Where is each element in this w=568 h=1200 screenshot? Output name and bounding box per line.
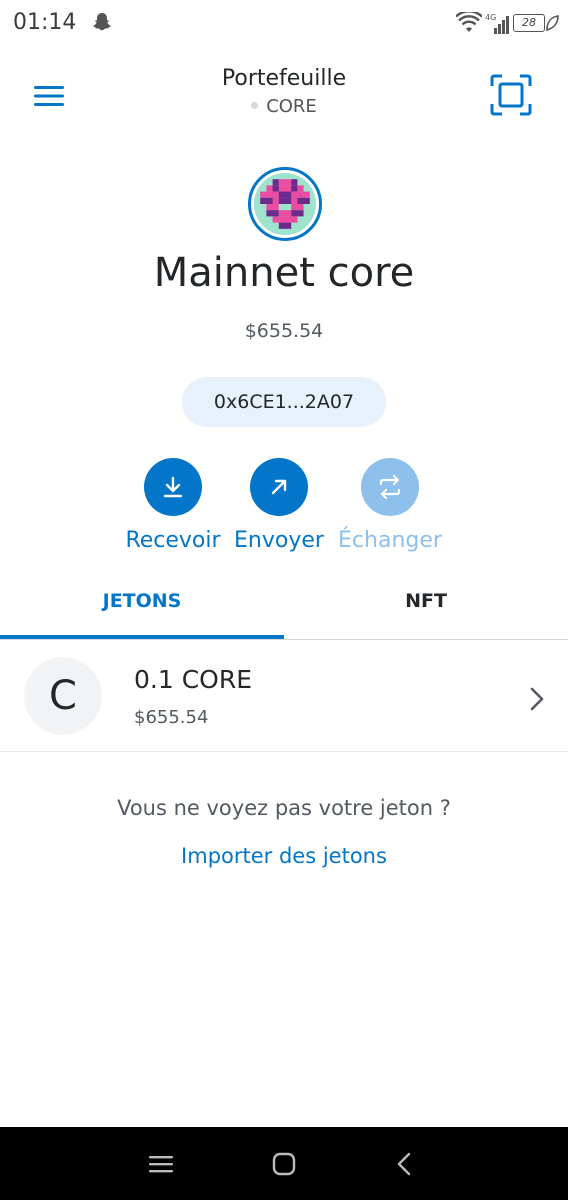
qr-scan-icon[interactable] <box>490 74 532 116</box>
account-name: Mainnet core <box>153 250 415 296</box>
swap-label: Échanger <box>338 528 442 553</box>
token-amount: 0.1 CORE <box>134 665 253 694</box>
receive-label: Recevoir <box>125 528 221 553</box>
swap-icon <box>379 474 401 500</box>
network-type-label: 4G <box>485 13 496 22</box>
swap-button-circle[interactable] <box>361 458 419 516</box>
network-status-dot <box>251 101 259 109</box>
avatar-identicon <box>254 173 316 235</box>
status-bar: 01:14 4G 28 <box>0 0 568 48</box>
arrow-up-right-icon <box>271 479 287 495</box>
receive-button-circle[interactable] <box>144 458 202 516</box>
home-icon[interactable] <box>269 1149 299 1179</box>
account-avatar[interactable] <box>248 167 322 241</box>
leaf-icon <box>546 15 559 32</box>
chevron-right-icon <box>530 687 544 711</box>
token-icon: C <box>24 657 102 735</box>
wifi-icon <box>456 12 482 32</box>
battery-icon: 28 <box>513 14 545 32</box>
page-title: Portefeuille <box>221 66 347 91</box>
tab-tokens[interactable]: JETONS <box>0 590 284 612</box>
system-nav-bar <box>0 1127 568 1200</box>
tab-nft[interactable]: NFT <box>284 590 568 612</box>
status-time: 01:14 <box>13 10 77 35</box>
download-icon <box>163 476 183 498</box>
receive-button[interactable]: Recevoir <box>113 458 233 553</box>
token-list-item[interactable]: C 0.1 CORE $655.54 <box>0 641 568 752</box>
import-tokens-link[interactable]: Importer des jetons <box>0 844 568 868</box>
send-button-circle[interactable] <box>250 458 308 516</box>
account-address-button[interactable]: 0x6CE1...2A07 <box>182 377 386 427</box>
back-icon[interactable] <box>390 1149 420 1179</box>
account-balance: $655.54 <box>244 320 324 342</box>
token-fiat-value: $655.54 <box>134 707 209 728</box>
recent-apps-icon[interactable] <box>146 1149 176 1179</box>
network-name: CORE <box>266 96 317 117</box>
missing-token-prompt: Vous ne voyez pas votre jeton ? <box>117 796 451 820</box>
identicon-icon <box>254 173 316 235</box>
send-button[interactable]: Envoyer <box>219 458 339 553</box>
send-label: Envoyer <box>234 528 324 553</box>
swap-button[interactable]: Échanger <box>330 458 450 553</box>
tab-divider <box>0 639 568 640</box>
network-selector[interactable]: CORE <box>0 96 568 117</box>
snapchat-icon <box>93 13 111 31</box>
signal-icon: 4G <box>485 13 509 34</box>
